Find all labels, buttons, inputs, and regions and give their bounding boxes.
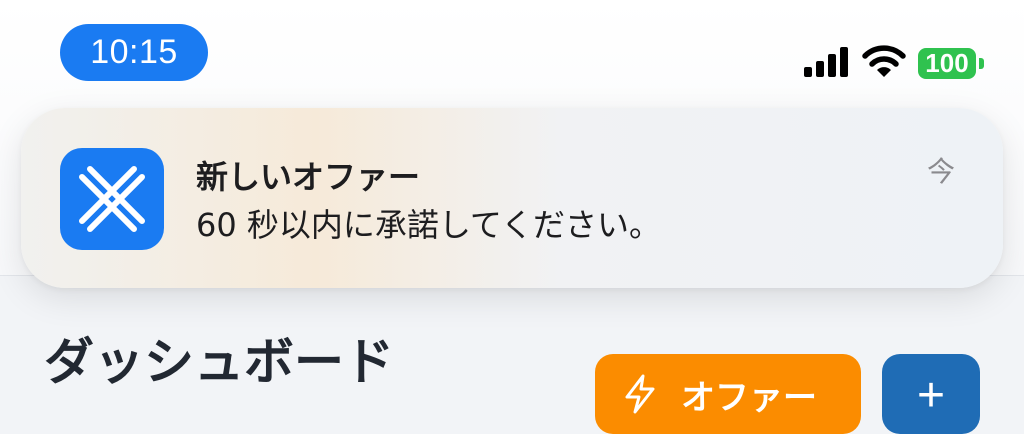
- page-title: ダッシュボード: [44, 333, 394, 391]
- battery-icon: 100: [918, 48, 986, 79]
- notification-title: 新しいオファー: [196, 158, 421, 196]
- wifi-icon: [862, 45, 906, 77]
- notification-body: 60 秒以内に承諾してください。: [196, 206, 661, 244]
- close-x-icon: [79, 166, 145, 232]
- battery-level: 100: [918, 48, 976, 79]
- offer-button-label: オファー: [681, 377, 817, 418]
- notification-time: 今: [926, 155, 955, 188]
- lightning-icon: [625, 374, 655, 414]
- add-button[interactable]: +: [882, 354, 980, 434]
- status-time[interactable]: 10:15: [60, 24, 208, 81]
- offer-button[interactable]: オファー: [595, 354, 861, 434]
- notification-banner[interactable]: 新しいオファー 60 秒以内に承諾してください。 今: [21, 108, 1003, 288]
- signal-icon: [804, 47, 848, 77]
- app-icon: [60, 148, 164, 250]
- battery-tip: [979, 58, 984, 69]
- status-bar: 10:15 100: [0, 0, 1024, 100]
